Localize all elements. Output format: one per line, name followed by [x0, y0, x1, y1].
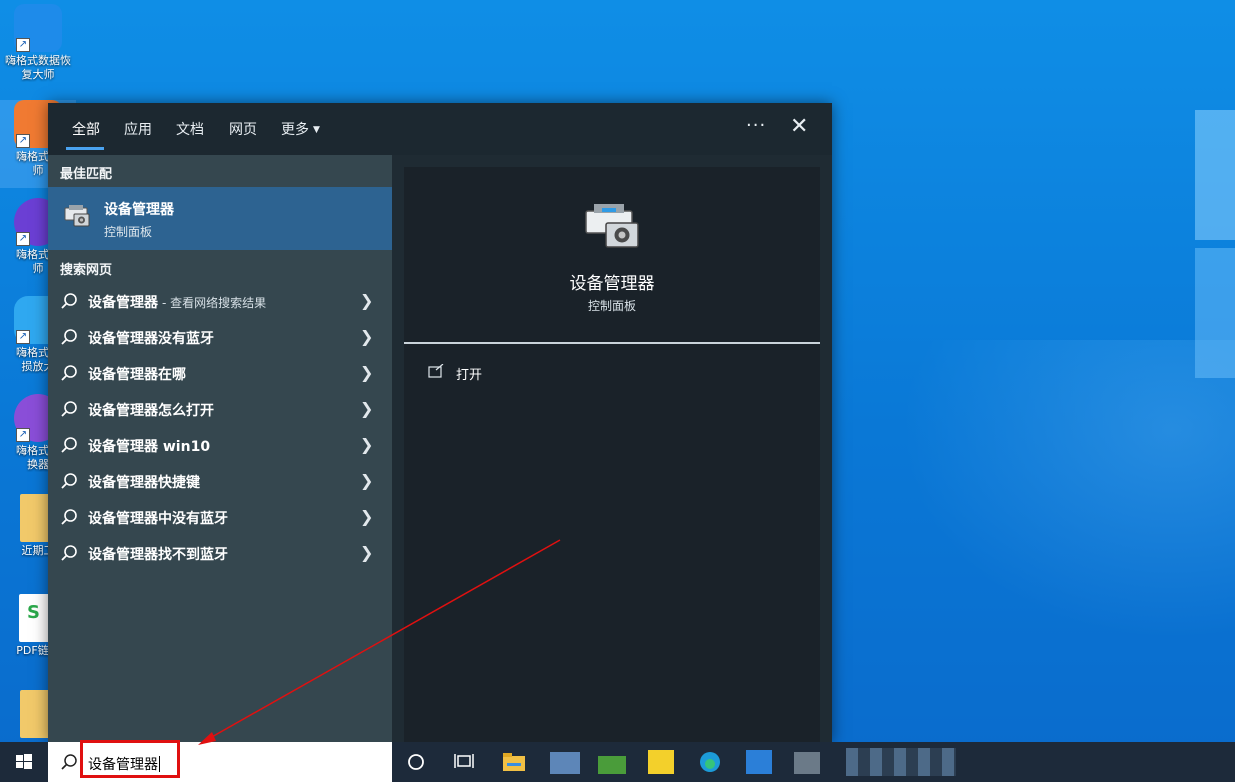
wallpaper-light [900, 340, 1235, 640]
web-result-item[interactable]: 设备管理器在哪 ❯ [48, 355, 392, 391]
search-panel: 全部 应用 文档 网页 更多 ▼ ··· ✕ 最佳匹配 设备管理器 控制面板 搜索… [48, 103, 832, 743]
desktop-icon-data-recovery[interactable]: ↗ 嗨格式数据恢 复大师 [0, 4, 76, 82]
web-result-text: 设备管理器找不到蓝牙 [88, 547, 228, 563]
chevron-right-icon[interactable]: ❯ [360, 435, 373, 454]
tab-documents[interactable]: 文档 [176, 119, 204, 139]
device-manager-icon [64, 205, 90, 227]
taskbar-app-icon[interactable] [550, 752, 580, 774]
close-button[interactable]: ✕ [790, 114, 808, 139]
windows-start-icon[interactable] [0, 742, 48, 782]
web-result-text: 设备管理器中没有蓝牙 [88, 511, 228, 527]
tab-more-label: 更多 [281, 122, 309, 138]
taskbar-app-icon[interactable] [746, 750, 772, 774]
taskbar: 设备管理器 [0, 742, 1235, 782]
chevron-right-icon[interactable]: ❯ [360, 543, 373, 562]
shortcut-arrow-icon: ↗ [16, 232, 30, 246]
web-result-item[interactable]: 设备管理器没有蓝牙 ❯ [48, 319, 392, 355]
shortcut-arrow-icon: ↗ [16, 428, 30, 442]
tab-more[interactable]: 更多 ▼ [281, 119, 320, 139]
chevron-right-icon[interactable]: ❯ [360, 327, 373, 346]
chevron-right-icon[interactable]: ❯ [360, 363, 373, 382]
web-result-item[interactable]: 设备管理器 win10 ❯ [48, 427, 392, 463]
search-panel-header: 全部 应用 文档 网页 更多 ▼ ··· ✕ [48, 103, 832, 155]
wallpaper-pane [1195, 110, 1235, 240]
web-result-text: 设备管理器没有蓝牙 [88, 331, 214, 347]
best-match-subtitle: 控制面板 [104, 225, 153, 239]
open-action[interactable]: 打开 [456, 364, 482, 383]
tab-web[interactable]: 网页 [229, 119, 257, 139]
data-recovery-icon: ↗ [14, 4, 62, 52]
web-result-text: 设备管理器 - 查看网络搜索结果 [88, 295, 267, 311]
tab-apps[interactable]: 应用 [124, 119, 152, 139]
file-explorer-icon[interactable] [502, 750, 526, 774]
web-search-heading: 搜索网页 [60, 263, 113, 278]
chevron-right-icon[interactable]: ❯ [360, 471, 373, 490]
shortcut-arrow-icon: ↗ [16, 134, 30, 148]
best-match-heading: 最佳匹配 [60, 167, 113, 182]
device-manager-icon [585, 204, 639, 248]
search-icon [61, 754, 77, 770]
chevron-right-icon[interactable]: ❯ [360, 291, 373, 310]
search-icon [61, 293, 77, 309]
task-view-icon[interactable] [452, 750, 476, 774]
web-result-item[interactable]: 设备管理器找不到蓝牙 ❯ [48, 535, 392, 571]
open-icon [428, 364, 444, 378]
search-icon [61, 437, 77, 453]
web-result-item[interactable]: 设备管理器 - 查看网络搜索结果 ❯ [48, 283, 392, 319]
chevron-right-icon[interactable]: ❯ [360, 507, 373, 526]
search-icon [61, 509, 77, 525]
web-result-text: 设备管理器 win10 [88, 439, 211, 455]
search-icon [61, 365, 77, 381]
shortcut-arrow-icon: ↗ [16, 38, 30, 52]
web-result-item[interactable]: 设备管理器快捷键 ❯ [48, 463, 392, 499]
more-options-button[interactable]: ··· [746, 115, 766, 136]
chevron-down-icon: ▼ [313, 125, 320, 135]
taskbar-app-icons-blurred[interactable] [846, 748, 956, 776]
web-result-item[interactable]: 设备管理器中没有蓝牙 ❯ [48, 499, 392, 535]
web-result-suffix: - 查看网络搜索结果 [162, 296, 267, 310]
best-match-title: 设备管理器 [104, 202, 174, 218]
results-list: 最佳匹配 设备管理器 控制面板 搜索网页 设备管理器 - 查看网络搜索结果 ❯ 设… [48, 155, 392, 743]
highlight-box [80, 740, 180, 778]
search-icon [61, 329, 77, 345]
chevron-right-icon[interactable]: ❯ [360, 399, 373, 418]
tab-all[interactable]: 全部 [72, 119, 100, 139]
desktop-icon-label: 嗨格式数据恢 复大师 [5, 54, 71, 81]
edge-browser-icon[interactable] [698, 750, 722, 774]
cortana-icon[interactable] [404, 750, 428, 774]
detail-title: 设备管理器 [569, 274, 655, 294]
shortcut-arrow-icon: ↗ [16, 330, 30, 344]
taskbar-app-icon[interactable] [794, 752, 820, 774]
active-tab-indicator [66, 147, 104, 150]
best-match-item[interactable]: 设备管理器 控制面板 [48, 187, 392, 250]
web-result-text: 设备管理器在哪 [88, 367, 186, 383]
search-icon [61, 473, 77, 489]
web-result-item[interactable]: 设备管理器怎么打开 ❯ [48, 391, 392, 427]
web-result-text: 设备管理器怎么打开 [88, 403, 214, 419]
web-result-text: 设备管理器快捷键 [88, 475, 200, 491]
detail-subtitle: 控制面板 [587, 299, 636, 313]
taskbar-app-icon[interactable] [598, 756, 626, 774]
divider [404, 342, 820, 344]
taskbar-app-icon[interactable] [648, 750, 674, 774]
search-icon [61, 545, 77, 561]
search-icon [61, 401, 77, 417]
detail-pane: 设备管理器 控制面板 打开 [404, 167, 820, 743]
